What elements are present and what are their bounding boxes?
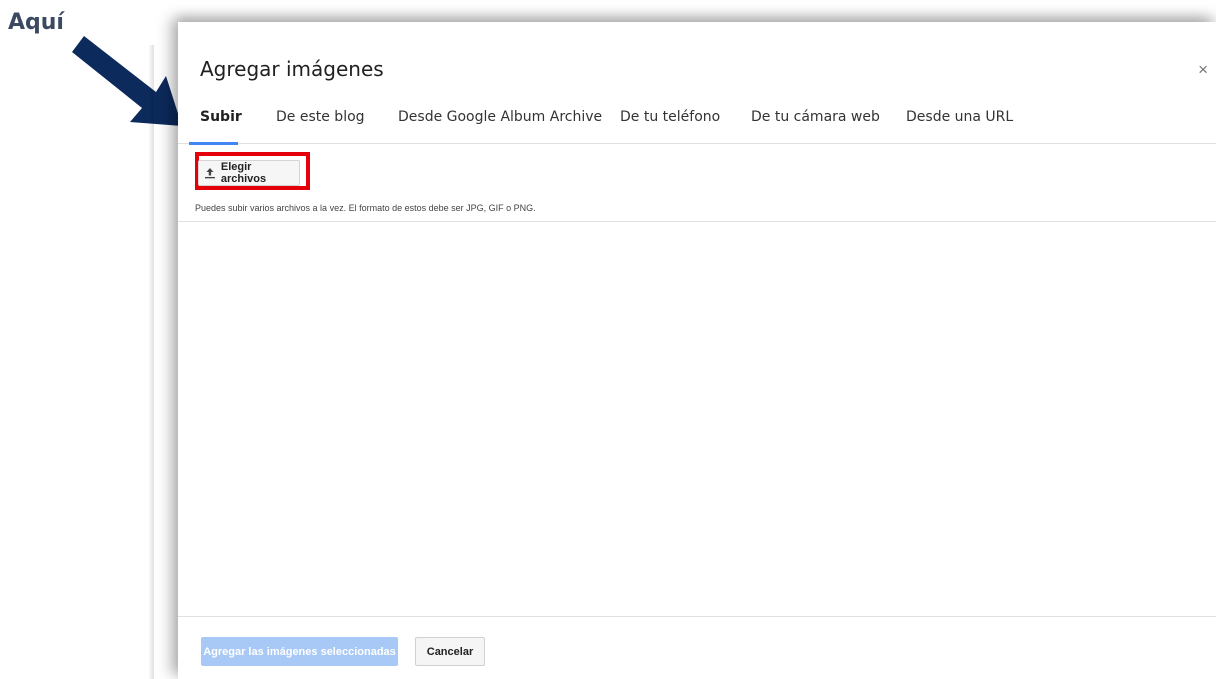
add-images-dialog: Agregar imágenes × Subir De este blog De… bbox=[178, 22, 1216, 679]
footer-divider bbox=[178, 616, 1216, 617]
add-selected-images-button[interactable]: Agregar las imágenes seleccionadas bbox=[201, 637, 398, 666]
tab-upload[interactable]: Subir bbox=[200, 109, 242, 125]
tab-bar: Subir De este blog Desde Google Album Ar… bbox=[178, 101, 1216, 145]
choose-files-label: Elegir archivos bbox=[220, 161, 267, 185]
choose-files-button[interactable]: Elegir archivos bbox=[198, 160, 300, 186]
tab-from-webcam[interactable]: De tu cámara web bbox=[751, 109, 880, 125]
tab-from-url[interactable]: Desde una URL bbox=[906, 109, 1013, 125]
annotation-label: Aquí bbox=[8, 10, 64, 35]
active-tab-indicator bbox=[189, 142, 238, 145]
tab-from-this-blog[interactable]: De este blog bbox=[276, 109, 365, 125]
tab-google-album-archive[interactable]: Desde Google Album Archive bbox=[398, 109, 602, 125]
page-edge-shadow bbox=[148, 45, 154, 679]
upload-help-text: Puedes subir varios archivos a la vez. E… bbox=[195, 203, 536, 213]
dialog-title: Agregar imágenes bbox=[200, 57, 384, 81]
upload-icon bbox=[204, 168, 215, 179]
annotation-arrow-icon bbox=[72, 36, 182, 126]
close-icon[interactable]: × bbox=[1198, 60, 1208, 80]
screenshot-stage: Aquí Agregar imágenes × Subir De este bl… bbox=[0, 0, 1216, 679]
cancel-button[interactable]: Cancelar bbox=[415, 637, 485, 666]
tab-from-phone[interactable]: De tu teléfono bbox=[620, 109, 720, 125]
divider bbox=[178, 221, 1216, 222]
